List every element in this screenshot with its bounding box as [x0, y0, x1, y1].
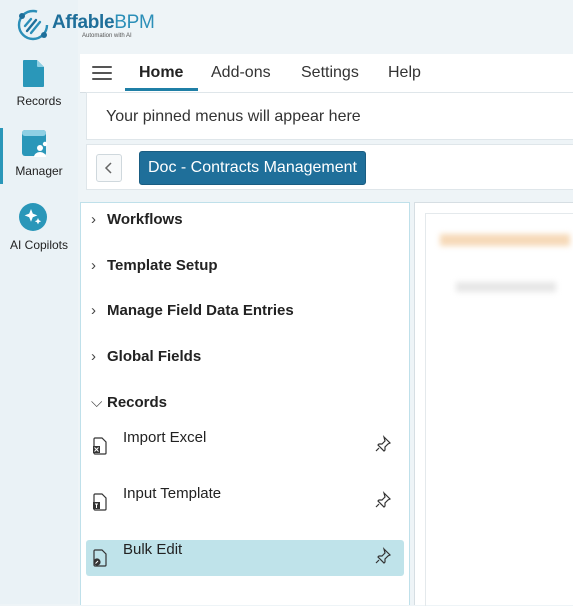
left-rail: AffableBPM Automation with AI Records Ma… [0, 0, 155, 604]
rail-item-ai-copilots-label: AI Copilots [9, 238, 69, 252]
brand-logo[interactable]: AffableBPM Automation with AI [16, 8, 155, 46]
section-records-label: Records [107, 394, 168, 411]
brand-tagline: Automation with AI [82, 33, 132, 39]
pin-icon[interactable] [374, 435, 392, 453]
brand-name-light: BPM [114, 12, 155, 33]
hamburger-menu-icon[interactable] [92, 66, 112, 80]
tab-add-ons[interactable]: Add-ons [211, 64, 271, 82]
section-template-setup[interactable]: › Template Setup [91, 257, 218, 274]
menu-item-input-template-label: Input Template [123, 485, 222, 502]
logo-icon [17, 9, 49, 41]
ai-copilots-icon [19, 203, 47, 231]
menu-item-import-excel[interactable]: Import Excel [86, 428, 404, 464]
chevron-right-icon: › [91, 302, 96, 319]
rail-item-ai-copilots[interactable]: AI Copilots [0, 200, 78, 264]
pinned-menus-placeholder: Your pinned menus will appear here [106, 108, 361, 125]
pin-icon[interactable] [374, 547, 392, 565]
section-workflows-label: Workflows [107, 211, 183, 228]
rail-item-manager-label: Manager [15, 164, 63, 178]
section-manage-field-data-entries-label: Manage Field Data Entries [107, 302, 294, 319]
tab-settings[interactable]: Settings [301, 64, 359, 82]
loading-placeholder-title [440, 234, 570, 246]
back-button[interactable] [96, 154, 122, 182]
top-nav-bar: Home Add-ons Settings Help [80, 54, 573, 93]
menu-item-bulk-edit-label: Bulk Edit [123, 541, 183, 558]
chevron-right-icon: › [91, 211, 96, 228]
rail-item-manager[interactable]: Manager [0, 126, 78, 190]
chevron-right-icon: › [91, 257, 96, 274]
chevron-right-icon: › [91, 348, 96, 365]
menu-item-bulk-edit[interactable]: Bulk Edit [86, 540, 404, 576]
section-manage-field-data-entries[interactable]: › Manage Field Data Entries [91, 302, 294, 319]
menu-item-input-template[interactable]: Input Template [86, 484, 404, 520]
pin-icon[interactable] [374, 491, 392, 509]
breadcrumb: Doc - Contracts Management [86, 144, 573, 190]
manager-icon [22, 130, 48, 157]
rail-item-records-label: Records [16, 94, 62, 108]
file-excel-icon [93, 437, 107, 455]
loading-placeholder-text [456, 282, 556, 292]
content-card [425, 213, 573, 606]
chevron-left-icon [104, 162, 112, 174]
tab-help[interactable]: Help [388, 64, 421, 82]
rail-item-records[interactable]: Records [0, 56, 78, 120]
manager-menu-panel: › Workflows › Template Setup › Manage Field… [80, 202, 410, 605]
file-edit-icon [93, 549, 107, 567]
pinned-menus-bar: Your pinned menus will appear here [86, 92, 573, 140]
content-panel [414, 202, 573, 606]
brand-name: AffableBPM [52, 12, 155, 34]
menu-item-import-excel-label: Import Excel [123, 429, 207, 446]
section-global-fields-label: Global Fields [107, 348, 202, 365]
section-global-fields[interactable]: › Global Fields [91, 348, 201, 365]
brand-name-bold: Affable [52, 12, 115, 33]
breadcrumb-current[interactable]: Doc - Contracts Management [139, 151, 366, 185]
chevron-down-icon: ⌵ [91, 394, 103, 411]
section-records[interactable]: ⌵ Records [91, 394, 167, 411]
active-tab-indicator [125, 88, 198, 91]
section-workflows[interactable]: › Workflows [91, 211, 183, 228]
file-template-icon [93, 493, 107, 511]
tab-home[interactable]: Home [139, 64, 183, 82]
records-icon [23, 60, 44, 87]
section-template-setup-label: Template Setup [107, 257, 218, 274]
